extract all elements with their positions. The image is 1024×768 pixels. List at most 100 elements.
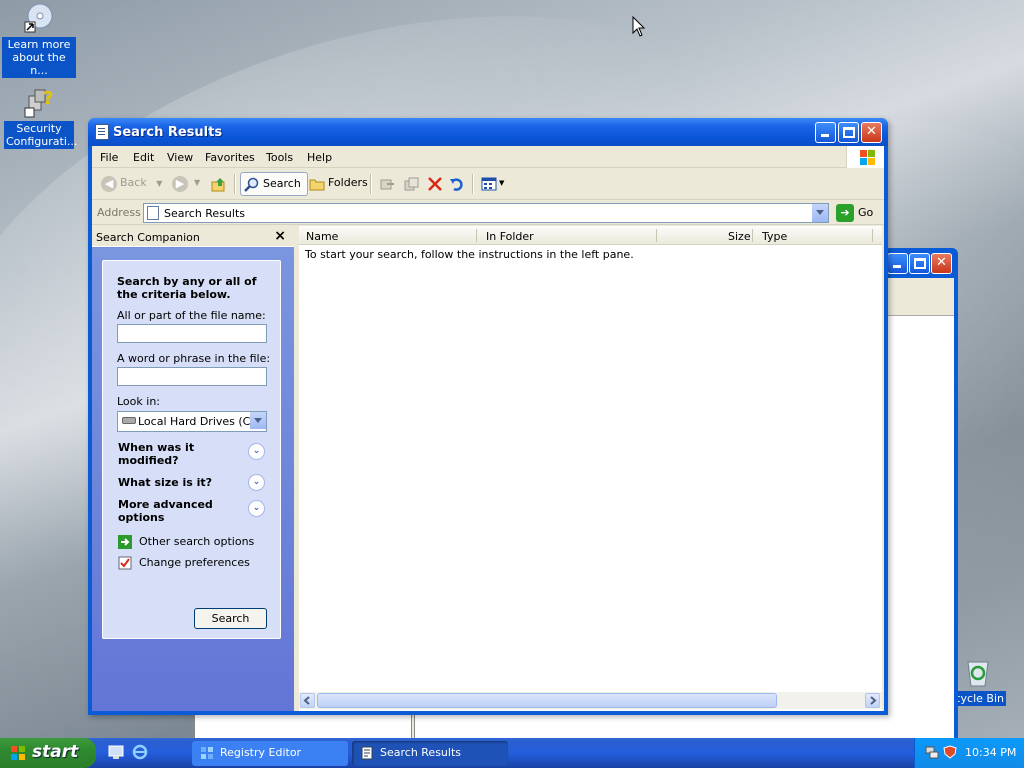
up-folder-icon bbox=[211, 178, 225, 192]
desktop-icon-recycle-bin[interactable]: Recycle Bin bbox=[950, 656, 1006, 706]
expand-chevron-icon[interactable]: ⌄ bbox=[248, 443, 265, 460]
search-companion-title: Search Companion bbox=[96, 231, 200, 244]
folder-icon bbox=[309, 179, 325, 191]
windows-logo-icon bbox=[846, 146, 884, 168]
address-dropdown-icon[interactable] bbox=[811, 204, 828, 222]
scroll-right-button[interactable] bbox=[865, 693, 880, 708]
chevron-down-icon: ▼ bbox=[499, 179, 505, 187]
close-button[interactable]: ✕ bbox=[861, 122, 882, 143]
folders-button[interactable]: Folders bbox=[306, 172, 368, 196]
maximize-button[interactable] bbox=[838, 122, 859, 143]
windows-flag-icon bbox=[11, 746, 25, 760]
toolbar: ◀ Back ▼ ▶ ▼ Search Folders ▼ bbox=[92, 168, 884, 200]
change-preferences-link[interactable]: Change preferences bbox=[117, 555, 250, 571]
green-arrow-icon bbox=[118, 535, 132, 549]
document-icon bbox=[95, 124, 109, 140]
address-value: Search Results bbox=[164, 207, 246, 220]
scroll-thumb[interactable] bbox=[317, 693, 777, 708]
search-toolbar-button[interactable]: Search bbox=[240, 172, 308, 196]
column-type[interactable]: Type bbox=[762, 230, 787, 243]
horizontal-scrollbar[interactable] bbox=[299, 692, 882, 709]
expand-chevron-icon[interactable]: ⌄ bbox=[248, 500, 265, 517]
column-in-folder[interactable]: In Folder bbox=[486, 230, 534, 243]
what-size-label[interactable]: What size is it? bbox=[118, 476, 212, 489]
network-icon[interactable] bbox=[925, 745, 939, 759]
desktop-icon-label: Recycle Bin bbox=[950, 691, 1006, 706]
background-maximize-button[interactable] bbox=[909, 253, 930, 274]
background-minimize-button[interactable] bbox=[887, 253, 908, 274]
search-button[interactable]: Search bbox=[194, 608, 267, 629]
background-window[interactable] bbox=[884, 248, 958, 740]
copy-to-icon bbox=[404, 177, 419, 191]
views-button[interactable]: ▼ bbox=[478, 172, 508, 196]
window-client: File Edit View Favorites Tools Help ◀ Ba… bbox=[92, 146, 884, 711]
back-button[interactable]: ◀ Back ▼ bbox=[98, 172, 162, 196]
menu-view[interactable]: View bbox=[167, 151, 193, 164]
expand-chevron-icon[interactable]: ⌄ bbox=[248, 474, 265, 491]
close-pane-icon[interactable]: × bbox=[274, 228, 286, 244]
forward-button[interactable]: ▶ ▼ bbox=[170, 172, 204, 196]
start-button[interactable]: start bbox=[0, 738, 96, 768]
address-bar: Address Search Results ➔ Go bbox=[92, 201, 884, 225]
show-desktop-icon[interactable] bbox=[108, 744, 124, 760]
registry-editor-icon bbox=[201, 747, 213, 759]
chevron-down-icon[interactable] bbox=[250, 412, 266, 429]
when-modified-label[interactable]: When was it modified? bbox=[118, 441, 238, 467]
column-name[interactable]: Name bbox=[306, 230, 338, 243]
menu-favorites[interactable]: Favorites bbox=[205, 151, 255, 164]
taskbar-button-search-results[interactable]: Search Results bbox=[352, 741, 508, 766]
chevron-down-icon: ▼ bbox=[156, 179, 163, 188]
background-close-button[interactable]: ✕ bbox=[931, 253, 952, 274]
scroll-left-button[interactable] bbox=[300, 693, 315, 708]
cd-icon bbox=[23, 2, 55, 34]
up-folder-button[interactable] bbox=[208, 172, 230, 196]
menu-tools[interactable]: Tools bbox=[266, 151, 293, 164]
views-grid-icon bbox=[481, 177, 497, 191]
system-tray: 10:34 PM bbox=[914, 738, 1024, 768]
more-advanced-label[interactable]: More advanced options bbox=[118, 498, 238, 524]
clock[interactable]: 10:34 PM bbox=[965, 746, 1016, 759]
move-to-button[interactable] bbox=[376, 172, 396, 196]
security-config-icon: ? bbox=[23, 86, 55, 118]
forward-arrow-icon: ▶ bbox=[172, 176, 188, 192]
desktop-icon-security-config[interactable]: ? Security Configurati... bbox=[2, 86, 77, 149]
menu-file[interactable]: File bbox=[100, 151, 118, 164]
filename-input[interactable] bbox=[117, 324, 267, 343]
minimize-button[interactable] bbox=[815, 122, 836, 143]
security-shield-icon[interactable] bbox=[943, 745, 957, 759]
desktop-icon-label: Learn more about the n... bbox=[2, 37, 76, 78]
go-button[interactable]: ➔ Go bbox=[834, 203, 877, 223]
search-companion-header: Search Companion × bbox=[92, 226, 294, 247]
menu-edit[interactable]: Edit bbox=[133, 151, 154, 164]
results-column-headers: Name In Folder Size Type bbox=[299, 226, 882, 245]
phrase-input[interactable] bbox=[117, 367, 267, 386]
delete-button[interactable] bbox=[424, 172, 444, 196]
menu-help[interactable]: Help bbox=[307, 151, 332, 164]
results-message: To start your search, follow the instruc… bbox=[305, 248, 634, 261]
copy-to-button[interactable] bbox=[400, 172, 420, 196]
search-criteria-card: Search by any or all of the criteria bel… bbox=[102, 260, 281, 639]
recycle-bin-icon bbox=[962, 656, 994, 688]
chevron-down-icon: ▼ bbox=[194, 178, 201, 187]
column-size[interactable]: Size bbox=[728, 230, 751, 243]
taskbar-button-registry-editor[interactable]: Registry Editor bbox=[192, 741, 348, 766]
undo-button[interactable] bbox=[446, 172, 466, 196]
document-icon bbox=[361, 746, 373, 760]
address-label: Address bbox=[97, 206, 141, 219]
internet-explorer-icon[interactable] bbox=[132, 744, 148, 760]
search-results-window[interactable]: Search Results ✕ File Edit View Favorite… bbox=[88, 118, 888, 715]
desktop-icon-learn-more[interactable]: Learn more about the n... bbox=[2, 2, 76, 78]
phrase-label: A word or phrase in the file: bbox=[117, 352, 271, 365]
lookin-select[interactable]: Local Hard Drives (C:) bbox=[117, 411, 267, 432]
undo-icon bbox=[450, 178, 463, 191]
magnifier-icon bbox=[244, 177, 259, 192]
title-bar[interactable]: Search Results ✕ bbox=[88, 118, 888, 146]
search-companion-pane: Search Companion × Search by any or all … bbox=[92, 226, 294, 711]
back-arrow-icon: ◀ bbox=[101, 176, 117, 192]
checklist-icon bbox=[118, 556, 132, 570]
search-results-icon bbox=[147, 206, 159, 220]
taskbar: start Registry Editor Search Results 10:… bbox=[0, 738, 1024, 768]
svg-text:?: ? bbox=[43, 88, 53, 109]
other-search-options-link[interactable]: Other search options bbox=[117, 534, 254, 550]
address-field[interactable]: Search Results bbox=[143, 203, 829, 223]
